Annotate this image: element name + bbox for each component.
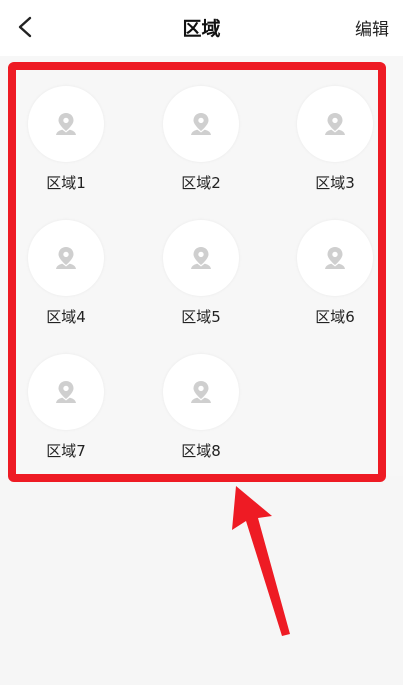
- annotation-arrow-icon: [232, 486, 290, 636]
